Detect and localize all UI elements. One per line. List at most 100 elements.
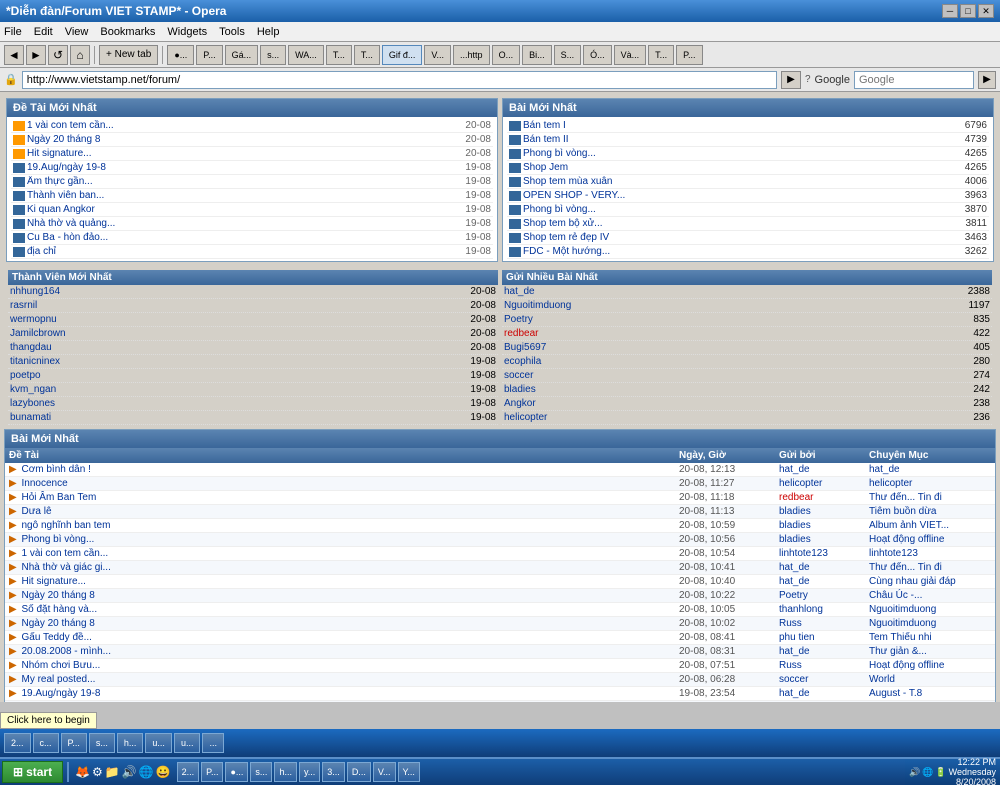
- icon3[interactable]: 🔊: [122, 765, 137, 779]
- taskbar2-item[interactable]: s...: [89, 733, 115, 753]
- user-link[interactable]: Russ: [779, 660, 802, 671]
- user-link[interactable]: bladies: [779, 506, 811, 517]
- post-link[interactable]: 1 vài con tem cần...: [27, 120, 456, 131]
- taskbar2-item[interactable]: u...: [174, 733, 201, 753]
- firefox-icon[interactable]: 🦊: [75, 765, 90, 779]
- tab-5[interactable]: WA...: [288, 45, 324, 65]
- taskbar-item[interactable]: h...: [274, 762, 297, 782]
- member-link[interactable]: hat_de: [504, 286, 535, 297]
- category-link[interactable]: Thư đến... Tin đi: [869, 492, 942, 503]
- member-link[interactable]: kvm_ngan: [10, 384, 56, 395]
- menu-widgets[interactable]: Widgets: [167, 26, 207, 38]
- topic-link[interactable]: Gấu Teddy đề...: [21, 632, 91, 643]
- post-link[interactable]: Bán tem I: [523, 120, 949, 131]
- user-link[interactable]: hat_de: [779, 464, 810, 475]
- post-link[interactable]: Hit signature...: [27, 148, 456, 159]
- search-input[interactable]: [854, 71, 974, 89]
- forward-button[interactable]: ►: [26, 45, 46, 65]
- taskbar-item[interactable]: P...: [201, 762, 223, 782]
- menu-help[interactable]: Help: [257, 26, 280, 38]
- newtab-button[interactable]: + New tab: [99, 45, 158, 65]
- taskbar-item[interactable]: D...: [347, 762, 371, 782]
- tab-9[interactable]: V...: [424, 45, 451, 65]
- taskbar2-item[interactable]: P...: [61, 733, 87, 753]
- topic-link[interactable]: Ngày 20 tháng 8: [21, 590, 94, 601]
- user-link[interactable]: hat_de: [779, 688, 810, 699]
- post-link[interactable]: 19.Aug/ngày 19-8: [27, 162, 456, 173]
- post-link[interactable]: Cu Ba - hòn đảo...: [27, 232, 456, 243]
- post-link[interactable]: FDC - Một hướng...: [523, 246, 949, 257]
- user-link[interactable]: linhtote123: [779, 548, 828, 559]
- category-link[interactable]: Tem Thiếu nhi: [869, 632, 932, 643]
- member-link[interactable]: lazybones: [10, 398, 55, 409]
- post-link[interactable]: Phong bì vòng...: [523, 148, 949, 159]
- user-link[interactable]: Poetry: [779, 590, 808, 601]
- member-link[interactable]: rasrnil: [10, 300, 37, 311]
- member-link[interactable]: helicopter: [504, 412, 547, 423]
- icon2[interactable]: 📁: [105, 765, 120, 779]
- topic-link[interactable]: 1 vài con tem cần...: [21, 548, 108, 559]
- address-input[interactable]: [22, 71, 777, 89]
- topic-link[interactable]: Hit signature...: [21, 576, 85, 587]
- icon1[interactable]: ⚙: [92, 765, 103, 779]
- topic-link[interactable]: Ngày 20 tháng 8: [21, 618, 94, 629]
- tab-1[interactable]: ●...: [167, 45, 194, 65]
- user-link[interactable]: helicopter: [779, 478, 822, 489]
- click-banner[interactable]: Click here to begin: [0, 712, 97, 729]
- close-button[interactable]: ✕: [978, 4, 994, 18]
- member-link[interactable]: ecophila: [504, 356, 541, 367]
- member-link[interactable]: wermopnu: [10, 314, 57, 325]
- category-link[interactable]: Thư đến... Tin đi: [869, 562, 942, 573]
- taskbar2-item[interactable]: u...: [145, 733, 172, 753]
- category-link[interactable]: Nguoitimduong: [869, 604, 936, 615]
- tab-10[interactable]: ...http: [453, 45, 490, 65]
- category-link[interactable]: Cùng nhau giải đáp: [869, 576, 956, 587]
- category-link[interactable]: Thư giản &...: [869, 646, 927, 657]
- category-link[interactable]: Hoạt động offline: [869, 660, 944, 671]
- member-link[interactable]: titanicninex: [10, 356, 60, 367]
- post-link[interactable]: Shop tem rẻ đẹp IV: [523, 232, 949, 243]
- taskbar-item[interactable]: y...: [299, 762, 320, 782]
- topic-link[interactable]: Nhóm chơi Bưu...: [21, 660, 100, 671]
- user-link[interactable]: bladies: [779, 534, 811, 545]
- category-link[interactable]: Nguoitimduong: [869, 618, 936, 629]
- home-button[interactable]: ⌂: [70, 45, 90, 65]
- tab-15[interactable]: Và...: [614, 45, 647, 65]
- post-link[interactable]: Thành viên ban...: [27, 190, 456, 201]
- menu-file[interactable]: File: [4, 26, 22, 38]
- category-link[interactable]: helicopter: [869, 478, 912, 489]
- category-link[interactable]: Tiêm buồn dừa: [869, 506, 936, 517]
- topic-link[interactable]: Innocence: [21, 478, 67, 489]
- menu-bookmarks[interactable]: Bookmarks: [100, 26, 155, 38]
- post-link[interactable]: địa chỉ: [27, 246, 456, 257]
- user-link[interactable]: thanhlong: [779, 604, 823, 615]
- maximize-button[interactable]: □: [960, 4, 976, 18]
- taskbar2-item[interactable]: h...: [117, 733, 144, 753]
- user-link[interactable]: bladies: [779, 520, 811, 531]
- member-link[interactable]: soccer: [504, 370, 533, 381]
- tab-8[interactable]: Gif đ...: [382, 45, 423, 65]
- post-link[interactable]: Ẩm thực gần...: [27, 176, 456, 187]
- member-link[interactable]: Jamilcbrown: [10, 328, 66, 339]
- topic-link[interactable]: Cơm bình dân !: [21, 464, 90, 475]
- topic-link[interactable]: Dưa lê: [21, 506, 51, 517]
- user-link[interactable]: redbear: [779, 492, 813, 503]
- tab-11[interactable]: O...: [492, 45, 521, 65]
- icon4[interactable]: 🌐: [139, 765, 154, 779]
- post-link[interactable]: Nhà thờ và quảng...: [27, 218, 456, 229]
- member-link[interactable]: Poetry: [504, 314, 533, 325]
- icon5[interactable]: 😀: [156, 765, 171, 779]
- category-link[interactable]: linhtote123: [869, 548, 918, 559]
- tab-2[interactable]: P...: [196, 45, 222, 65]
- taskbar-item[interactable]: 3...: [322, 762, 345, 782]
- topic-link[interactable]: Nhà thờ và giác gi...: [21, 562, 110, 573]
- taskbar-item[interactable]: s...: [250, 762, 272, 782]
- taskbar-item[interactable]: 2...: [177, 762, 200, 782]
- back-button[interactable]: ◄: [4, 45, 24, 65]
- category-link[interactable]: Hoạt động offline: [869, 534, 944, 545]
- category-link[interactable]: August - T.8: [869, 688, 922, 699]
- taskbar2-item[interactable]: ...: [202, 733, 224, 753]
- user-link[interactable]: hat_de: [779, 576, 810, 587]
- topic-link[interactable]: Hỏi Âm Ban Tem: [21, 492, 96, 503]
- member-link[interactable]: Angkor: [504, 398, 536, 409]
